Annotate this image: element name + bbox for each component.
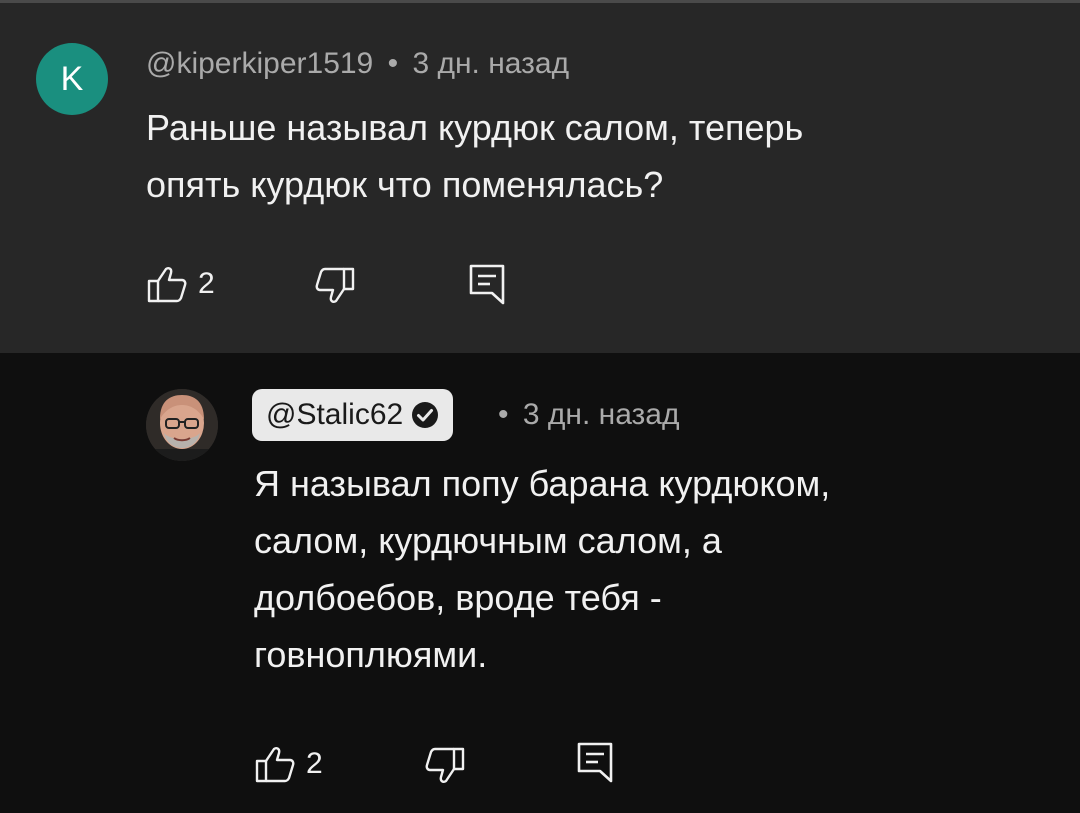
comment-text-line: салом, курдючным салом, а	[254, 520, 722, 561]
reply-icon	[576, 741, 614, 785]
comment-text-line: Я называл попу барана курдюком,	[254, 463, 831, 504]
avatar-letter: K	[60, 59, 84, 98]
reply-button[interactable]	[576, 741, 614, 785]
comment-meta: • 3 дн. назад	[498, 398, 679, 432]
verified-icon	[411, 401, 439, 429]
like-count: 2	[198, 267, 215, 300]
dislike-icon	[424, 745, 466, 787]
comment-time: 3 дн. назад	[522, 398, 680, 431]
dislike-button[interactable]	[424, 745, 466, 787]
comment-meta: @kiperkiper1519 • 3 дн. назад	[146, 47, 569, 81]
like-icon	[254, 743, 296, 785]
avatar[interactable]: K	[36, 43, 108, 115]
comment-text-line: Раньше называл курдюк салом, теперь	[146, 107, 804, 148]
like-icon	[146, 263, 188, 305]
meta-separator: •	[387, 47, 399, 80]
reply-button[interactable]	[468, 263, 506, 307]
comment-time: 3 дн. назад	[412, 47, 570, 80]
comment-author: @Stalic62	[266, 398, 404, 431]
comment-text-line: говноплюями.	[254, 634, 488, 675]
avatar[interactable]	[146, 389, 218, 461]
meta-separator: •	[498, 398, 509, 431]
dislike-icon	[314, 265, 356, 307]
author-chip[interactable]: @Stalic62	[252, 389, 454, 441]
reply-card: @Stalic62 • 3 дн. назад Я называл попу б…	[0, 353, 1080, 813]
comment-text: Я называл попу барана курдюком, салом, к…	[254, 455, 830, 683]
like-button[interactable]: 2	[254, 743, 323, 785]
comment-text-line: долбоебов, вроде тебя -	[254, 577, 662, 618]
dislike-button[interactable]	[314, 265, 356, 307]
reply-icon	[468, 263, 506, 307]
comment-text-line: опять курдюк что поменялась?	[146, 164, 664, 205]
like-count: 2	[306, 747, 323, 780]
comment-text: Раньше называл курдюк салом, теперь опят…	[146, 99, 803, 213]
comment-card: K @kiperkiper1519 • 3 дн. назад Раньше н…	[0, 3, 1080, 353]
comment-author[interactable]: @kiperkiper1519	[146, 47, 373, 80]
like-button[interactable]: 2	[146, 263, 215, 305]
